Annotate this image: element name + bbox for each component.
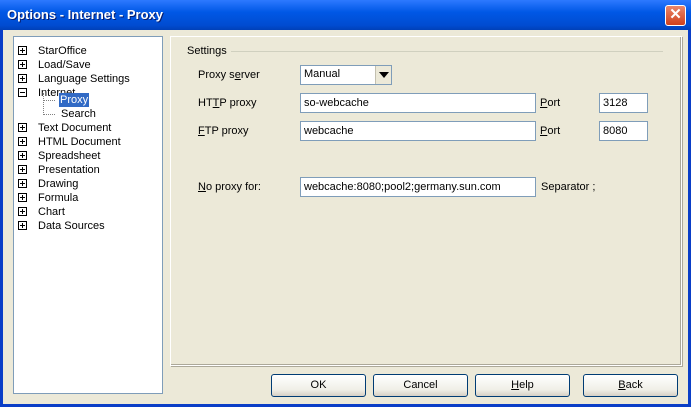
dialog-body: StarOffice Load/Save Language Settings I… xyxy=(3,30,688,404)
expand-icon[interactable] xyxy=(18,165,27,174)
ftp-proxy-label: FTP proxy xyxy=(198,125,249,137)
tree-item-label: Search xyxy=(61,108,96,120)
expand-icon[interactable] xyxy=(18,60,27,69)
expand-icon[interactable] xyxy=(18,74,27,83)
ftp-proxy-input[interactable]: webcache xyxy=(300,121,536,141)
expand-icon[interactable] xyxy=(18,123,27,132)
expand-icon[interactable] xyxy=(18,137,27,146)
tree-item-label: StarOffice xyxy=(38,45,87,57)
expand-icon[interactable] xyxy=(18,221,27,230)
expand-icon[interactable] xyxy=(18,207,27,216)
window-title: Options - Internet - Proxy xyxy=(7,7,164,22)
chevron-down-icon[interactable] xyxy=(375,66,391,84)
collapse-icon[interactable] xyxy=(18,88,27,97)
group-divider xyxy=(231,51,663,52)
close-icon[interactable]: ✕ xyxy=(665,5,686,26)
help-button[interactable]: Help xyxy=(475,374,570,397)
ftp-port-label: Port xyxy=(540,125,561,137)
no-proxy-label: No proxy for: xyxy=(198,181,261,193)
tree-connector xyxy=(43,93,44,115)
ftp-port-input[interactable]: 8080 xyxy=(599,121,648,141)
tree-item-label: Proxy xyxy=(59,93,90,107)
http-proxy-label: HTTP proxy xyxy=(198,97,257,109)
tree-item-label: Spreadsheet xyxy=(38,150,101,162)
settings-group-title: Settings xyxy=(187,45,227,57)
title-bar[interactable]: Options - Internet - Proxy ✕ xyxy=(0,0,691,30)
expand-icon[interactable] xyxy=(18,179,27,188)
tree-item-label: Language Settings xyxy=(38,73,130,85)
no-proxy-input[interactable]: webcache:8080;pool2;germany.sun.com xyxy=(300,177,536,197)
ok-button[interactable]: OK xyxy=(271,374,366,397)
proxy-server-value: Manual xyxy=(304,68,341,80)
tree-connector xyxy=(43,100,55,101)
tree-item-label: Presentation xyxy=(38,164,100,176)
tree-connector xyxy=(43,114,55,115)
tree-item-label: Data Sources xyxy=(38,220,105,232)
proxy-server-select[interactable]: Manual xyxy=(300,65,392,85)
http-port-label: Port xyxy=(540,97,561,109)
options-dialog: Options - Internet - Proxy ✕ StarOffice … xyxy=(0,0,691,407)
expand-icon[interactable] xyxy=(18,151,27,160)
proxy-server-label: Proxy server xyxy=(198,69,260,81)
settings-panel xyxy=(170,36,682,366)
separator-label: Separator ; xyxy=(541,181,596,193)
tree-item-label: HTML Document xyxy=(38,136,121,148)
expand-icon[interactable] xyxy=(18,46,27,55)
expand-icon[interactable] xyxy=(18,193,27,202)
tree-item-label: Formula xyxy=(38,192,79,204)
tree-item-label: Drawing xyxy=(38,178,79,190)
tree-item-label: Load/Save xyxy=(38,59,91,71)
http-port-input[interactable]: 3128 xyxy=(599,93,648,113)
options-tree: StarOffice Load/Save Language Settings I… xyxy=(13,36,163,394)
tree-item-label: Text Document xyxy=(38,122,112,134)
tree-item-label: Chart xyxy=(38,206,65,218)
cancel-button[interactable]: Cancel xyxy=(373,374,468,397)
http-proxy-input[interactable]: so-webcache xyxy=(300,93,536,113)
back-button[interactable]: Back xyxy=(583,374,678,397)
